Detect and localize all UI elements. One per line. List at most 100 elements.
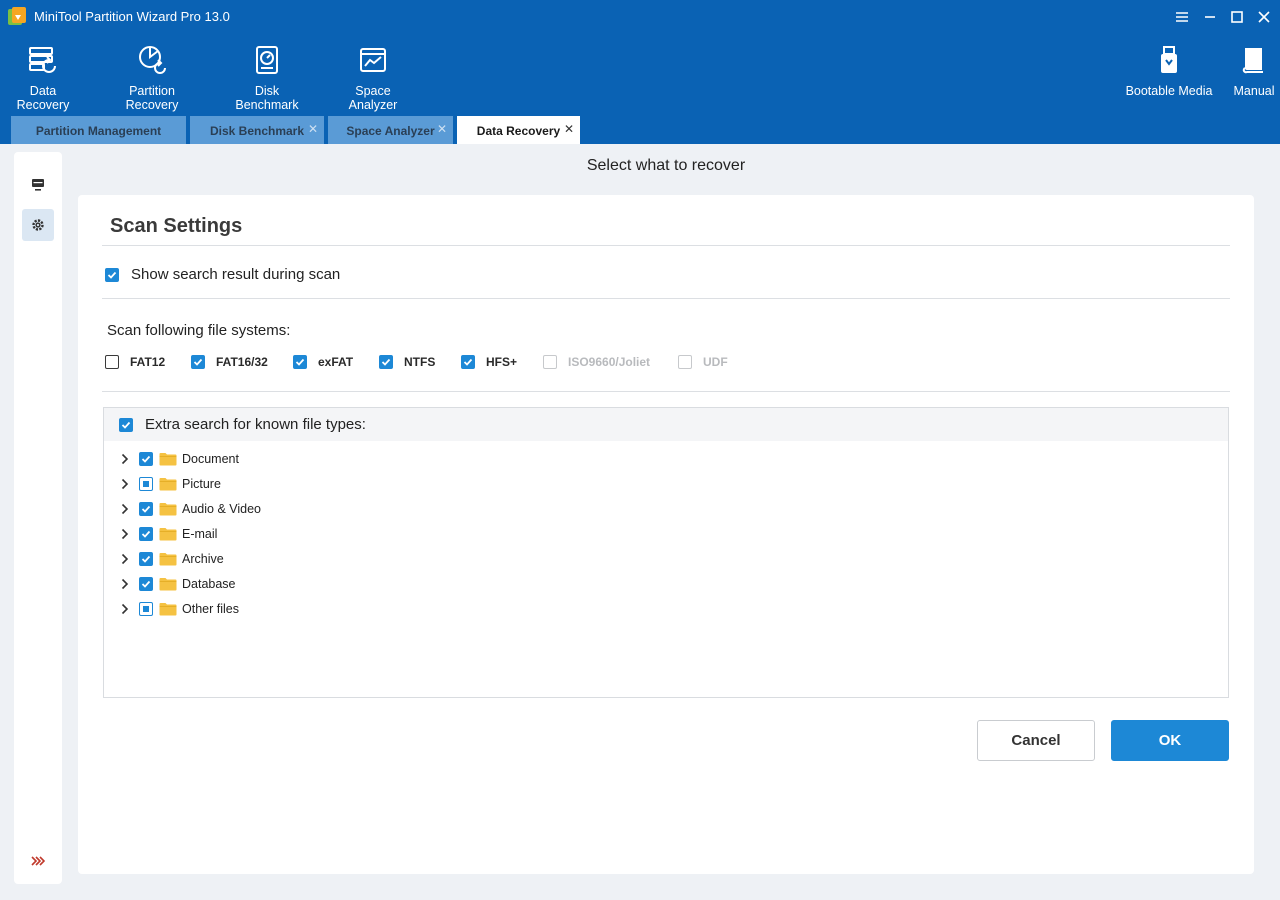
file-systems-label: Scan following file systems: bbox=[107, 322, 291, 339]
tree-checkbox[interactable] bbox=[139, 601, 153, 616]
check-icon bbox=[141, 505, 151, 513]
tab-label: Partition Management bbox=[35, 124, 162, 138]
tree-checkbox[interactable] bbox=[139, 501, 153, 516]
chevron-right-icon[interactable] bbox=[118, 527, 132, 541]
fs-option-fat16-32[interactable]: FAT16/32 bbox=[191, 355, 268, 369]
sidebar-item-settings[interactable] bbox=[22, 209, 54, 241]
toolbar: Data Recovery Partition Recovery Disk Be… bbox=[0, 34, 1280, 112]
fs-label: ISO9660/Joliet bbox=[568, 355, 651, 369]
show-result-checkbox[interactable] bbox=[105, 267, 119, 282]
fs-checkbox[interactable] bbox=[379, 355, 393, 369]
fs-option-exfat[interactable]: exFAT bbox=[293, 355, 353, 369]
extra-search-checkbox[interactable] bbox=[119, 417, 133, 432]
tree-item-picture[interactable]: Picture bbox=[118, 471, 261, 496]
chevron-right-icon[interactable] bbox=[118, 577, 132, 591]
bootable-media-label: Bootable Media bbox=[1125, 84, 1213, 98]
tree-item-email[interactable]: E-mail bbox=[118, 521, 261, 546]
chevron-right-icon[interactable] bbox=[118, 552, 132, 566]
check-icon bbox=[141, 555, 151, 563]
tab-close-icon[interactable]: ✕ bbox=[437, 122, 447, 136]
tab-data-recovery[interactable]: Data Recovery ✕ bbox=[457, 116, 580, 144]
menu-icon[interactable] bbox=[1170, 6, 1194, 28]
tree-item-document[interactable]: Document bbox=[118, 446, 261, 471]
chevron-right-icon[interactable] bbox=[118, 502, 132, 516]
show-result-label: Show search result during scan bbox=[131, 266, 341, 283]
tree-checkbox[interactable] bbox=[139, 551, 153, 566]
page-title: Select what to recover bbox=[586, 157, 746, 174]
disk-benchmark-icon bbox=[256, 46, 278, 74]
fs-checkbox bbox=[543, 355, 557, 369]
tree-item-archive[interactable]: Archive bbox=[118, 546, 261, 571]
check-icon bbox=[141, 455, 151, 463]
tree-label: Database bbox=[182, 576, 236, 591]
file-systems-row: FAT12 FAT16/32 exFAT NTFS HFS+ ISO9660/J… bbox=[105, 355, 1205, 371]
show-result-option[interactable]: Show search result during scan bbox=[105, 266, 340, 283]
data-recovery-icon bbox=[29, 47, 56, 73]
fs-option-fat12[interactable]: FAT12 bbox=[105, 355, 165, 369]
folder-icon bbox=[159, 502, 177, 515]
folder-icon bbox=[159, 477, 177, 490]
disk-benchmark-button[interactable]: Disk Benchmark bbox=[222, 44, 312, 112]
partition-recovery-icon bbox=[139, 46, 166, 74]
tab-label: Space Analyzer bbox=[346, 124, 435, 138]
check-icon bbox=[463, 358, 473, 366]
fs-label: UDF bbox=[703, 355, 728, 369]
data-recovery-button[interactable]: Data Recovery bbox=[4, 44, 82, 112]
folder-icon bbox=[159, 602, 177, 615]
main-area: Select what to recover Scan Settings Sho… bbox=[0, 144, 1280, 900]
tree-item-database[interactable]: Database bbox=[118, 571, 261, 596]
chevron-right-icon[interactable] bbox=[118, 477, 132, 491]
tab-partition-management[interactable]: Partition Management bbox=[11, 116, 186, 144]
double-chevron-right-icon bbox=[31, 856, 45, 866]
cancel-button[interactable]: Cancel bbox=[977, 720, 1095, 761]
bootable-media-button[interactable]: Bootable Media bbox=[1124, 44, 1214, 98]
tree-checkbox[interactable] bbox=[139, 576, 153, 591]
partition-recovery-button[interactable]: Partition Recovery bbox=[102, 44, 202, 112]
gear-icon bbox=[32, 219, 44, 231]
tab-bar: Partition Management Disk Benchmark ✕ Sp… bbox=[0, 116, 1280, 144]
tree-label: Other files bbox=[182, 601, 239, 616]
fs-checkbox[interactable] bbox=[191, 355, 205, 369]
fs-checkbox[interactable] bbox=[105, 355, 119, 369]
tree-checkbox[interactable] bbox=[139, 476, 153, 491]
close-icon[interactable] bbox=[1252, 6, 1276, 28]
check-icon bbox=[381, 358, 391, 366]
folder-icon bbox=[159, 552, 177, 565]
manual-label: Manual bbox=[1233, 84, 1275, 98]
tree-item-other-files[interactable]: Other files bbox=[118, 596, 261, 621]
fs-option-ntfs[interactable]: NTFS bbox=[379, 355, 435, 369]
file-types-tree: Document Picture Audio & Video E-mail Ar… bbox=[118, 446, 261, 621]
sidebar-expand-button[interactable] bbox=[22, 849, 54, 873]
fs-checkbox bbox=[678, 355, 692, 369]
ok-button[interactable]: OK bbox=[1111, 720, 1229, 761]
tree-checkbox[interactable] bbox=[139, 526, 153, 541]
maximize-icon[interactable] bbox=[1225, 6, 1249, 28]
tab-space-analyzer[interactable]: Space Analyzer ✕ bbox=[328, 116, 453, 144]
tree-item-audio-video[interactable]: Audio & Video bbox=[118, 496, 261, 521]
chevron-right-icon[interactable] bbox=[118, 602, 132, 616]
space-analyzer-label: Space Analyzer bbox=[348, 84, 398, 112]
title-bar: MiniTool Partition Wizard Pro 13.0 bbox=[0, 0, 1280, 34]
space-analyzer-button[interactable]: Space Analyzer bbox=[330, 44, 416, 112]
check-icon bbox=[107, 271, 117, 279]
book-icon bbox=[1242, 48, 1263, 74]
manual-button[interactable]: Manual bbox=[1230, 44, 1278, 98]
minimize-icon[interactable] bbox=[1198, 6, 1222, 28]
tab-close-icon[interactable]: ✕ bbox=[564, 122, 574, 136]
fs-label: NTFS bbox=[404, 355, 436, 369]
tab-label: Data Recovery bbox=[476, 124, 561, 138]
tree-checkbox[interactable] bbox=[139, 451, 153, 466]
space-analyzer-icon bbox=[360, 48, 386, 72]
extra-search-option[interactable]: Extra search for known file types: bbox=[104, 408, 1228, 441]
fs-checkbox[interactable] bbox=[293, 355, 307, 369]
fs-option-hfs-plus[interactable]: HFS+ bbox=[461, 355, 517, 369]
chevron-right-icon[interactable] bbox=[118, 452, 132, 466]
partition-recovery-label: Partition Recovery bbox=[125, 84, 179, 112]
tree-label: E-mail bbox=[182, 526, 218, 541]
file-types-box: Extra search for known file types: Docum… bbox=[103, 407, 1229, 698]
sidebar-item-devices[interactable] bbox=[22, 169, 54, 201]
tab-close-icon[interactable]: ✕ bbox=[308, 122, 318, 136]
fs-checkbox[interactable] bbox=[461, 355, 475, 369]
tab-disk-benchmark[interactable]: Disk Benchmark ✕ bbox=[190, 116, 324, 144]
usb-drive-icon bbox=[1161, 46, 1177, 73]
